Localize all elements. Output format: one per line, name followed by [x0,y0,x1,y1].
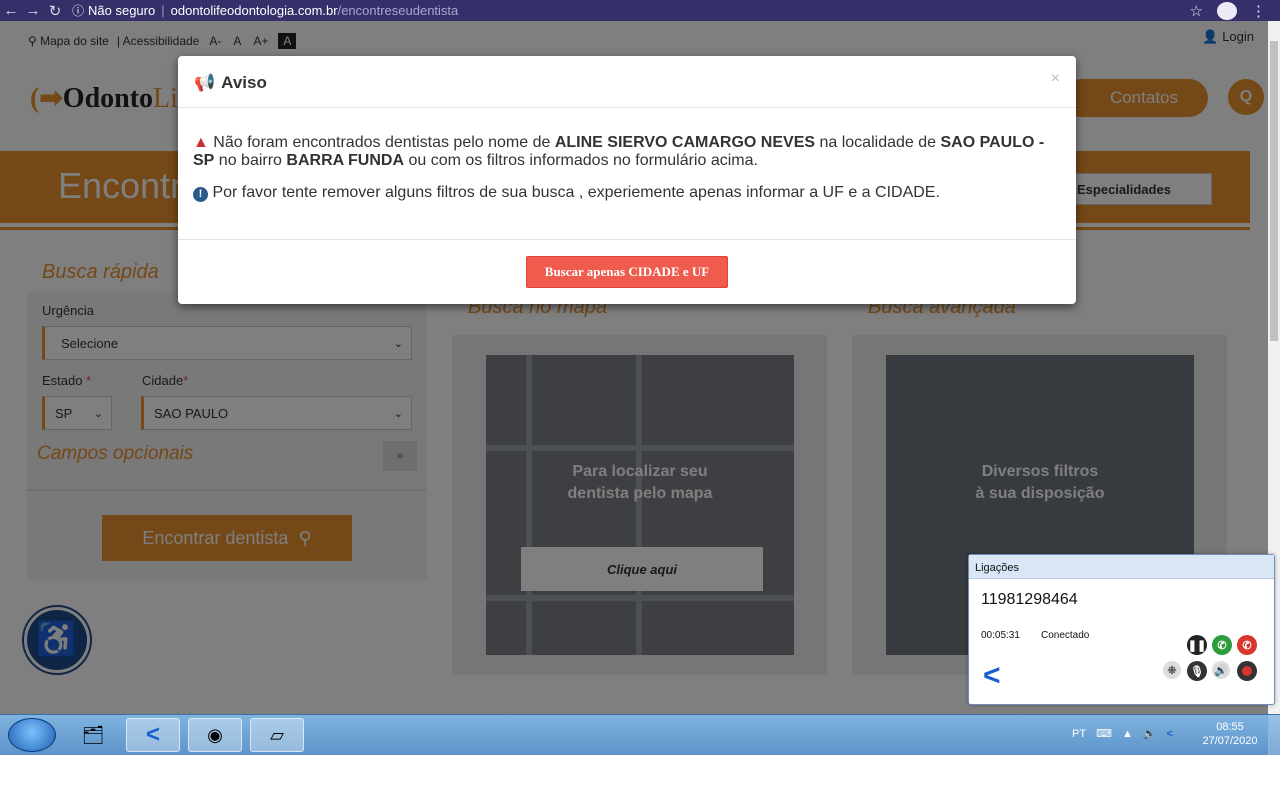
speaker-icon[interactable]: 🔈 [1143,727,1157,740]
keyboard-icon[interactable]: ⌨ [1096,727,1112,740]
file-explorer-icon[interactable]: 🗂 [66,718,120,752]
no-results-message: ▲ Não foram encontrados dentistas pelo n… [193,134,1045,169]
calls-widget: Ligações 11981298464 00:05:31 Conectado … [968,554,1275,705]
search-city-uf-button[interactable]: Buscar apenas CIDADE e UF [526,256,728,288]
hangup-icon[interactable]: ✆ [1237,635,1257,655]
bookmark-star-icon[interactable]: ☆ [1190,2,1203,20]
windows-taskbar: 🗂 < ◉ ▱ PT ⌨ ▲ 🔈 < 08:55 27/07/2020 [0,714,1280,756]
megaphone-icon: 📢 [194,73,216,92]
reload-icon[interactable]: ↻ [44,2,66,20]
forward-icon[interactable]: → [22,2,44,19]
back-icon[interactable]: ← [0,2,22,19]
info-icon[interactable]: ⓘ [72,2,84,19]
clock-date: 27/07/2020 [1202,735,1258,747]
system-tray: PT ⌨ ▲ 🔈 < [1072,727,1173,741]
suggestion-message: ! Por favor tente remover alguns filtros… [193,184,1061,202]
modal-body: ▲ Não foram encontrados dentistas pelo n… [193,134,1061,202]
scrollbar-thumb[interactable] [1270,41,1278,341]
tray-expand-icon[interactable]: ▲ [1122,728,1133,740]
record-icon[interactable] [1237,661,1257,681]
address-bar[interactable]: ⓘ Não seguro | odontolifeodontologia.com… [72,2,458,19]
modal-header: 📢 Aviso × [178,56,1076,108]
softphone-logo-icon: < [983,659,1001,692]
modal-title: 📢 Aviso [194,73,267,92]
show-desktop-button[interactable] [1268,715,1280,756]
address-separator: | [161,3,165,18]
softphone-tray-icon[interactable]: < [1167,728,1173,740]
url-host: odontolifeodontologia.com.br [170,3,338,18]
clock-time: 08:55 [1216,721,1244,733]
warning-icon: ▲ [193,134,209,151]
exclamation-circle-icon: ! [193,187,208,202]
call-status: Conectado [1041,630,1090,641]
mute-mic-icon[interactable]: 🎙 [1187,661,1207,681]
call-duration: 00:05:31 [981,630,1020,641]
answer-call-icon[interactable]: ✆ [1212,635,1232,655]
menu-kebab-icon[interactable]: ⋮ [1251,2,1266,20]
close-icon[interactable]: × [1051,70,1060,88]
start-button-icon[interactable] [8,718,56,752]
browser-toolbar: ← → ↻ ⓘ Não seguro | odontolifeodontolog… [0,0,1280,21]
system-clock[interactable]: 08:55 27/07/2020 [1200,720,1260,748]
keypad-icon[interactable]: ⁜ [1163,661,1181,679]
language-indicator[interactable]: PT [1072,728,1086,740]
url-path: /encontreseudentista [337,3,459,18]
blank-area [0,755,1280,800]
modal-footer: Buscar apenas CIDADE e UF [178,239,1076,304]
notice-modal: 📢 Aviso × ▲ Não foram encontrados dentis… [178,56,1076,304]
volume-icon[interactable]: 🔊 [1212,661,1230,679]
notes-app-icon[interactable]: ▱ [250,718,304,752]
pause-icon[interactable]: ❚❚ [1187,635,1207,655]
profile-avatar-icon[interactable] [1217,1,1237,20]
chrome-icon[interactable]: ◉ [188,718,242,752]
call-number: 11981298464 [981,591,1078,608]
calls-widget-title: Ligações [969,555,1274,579]
softphone-taskbar-icon[interactable]: < [126,718,180,752]
not-secure-label: Não seguro [88,3,156,18]
